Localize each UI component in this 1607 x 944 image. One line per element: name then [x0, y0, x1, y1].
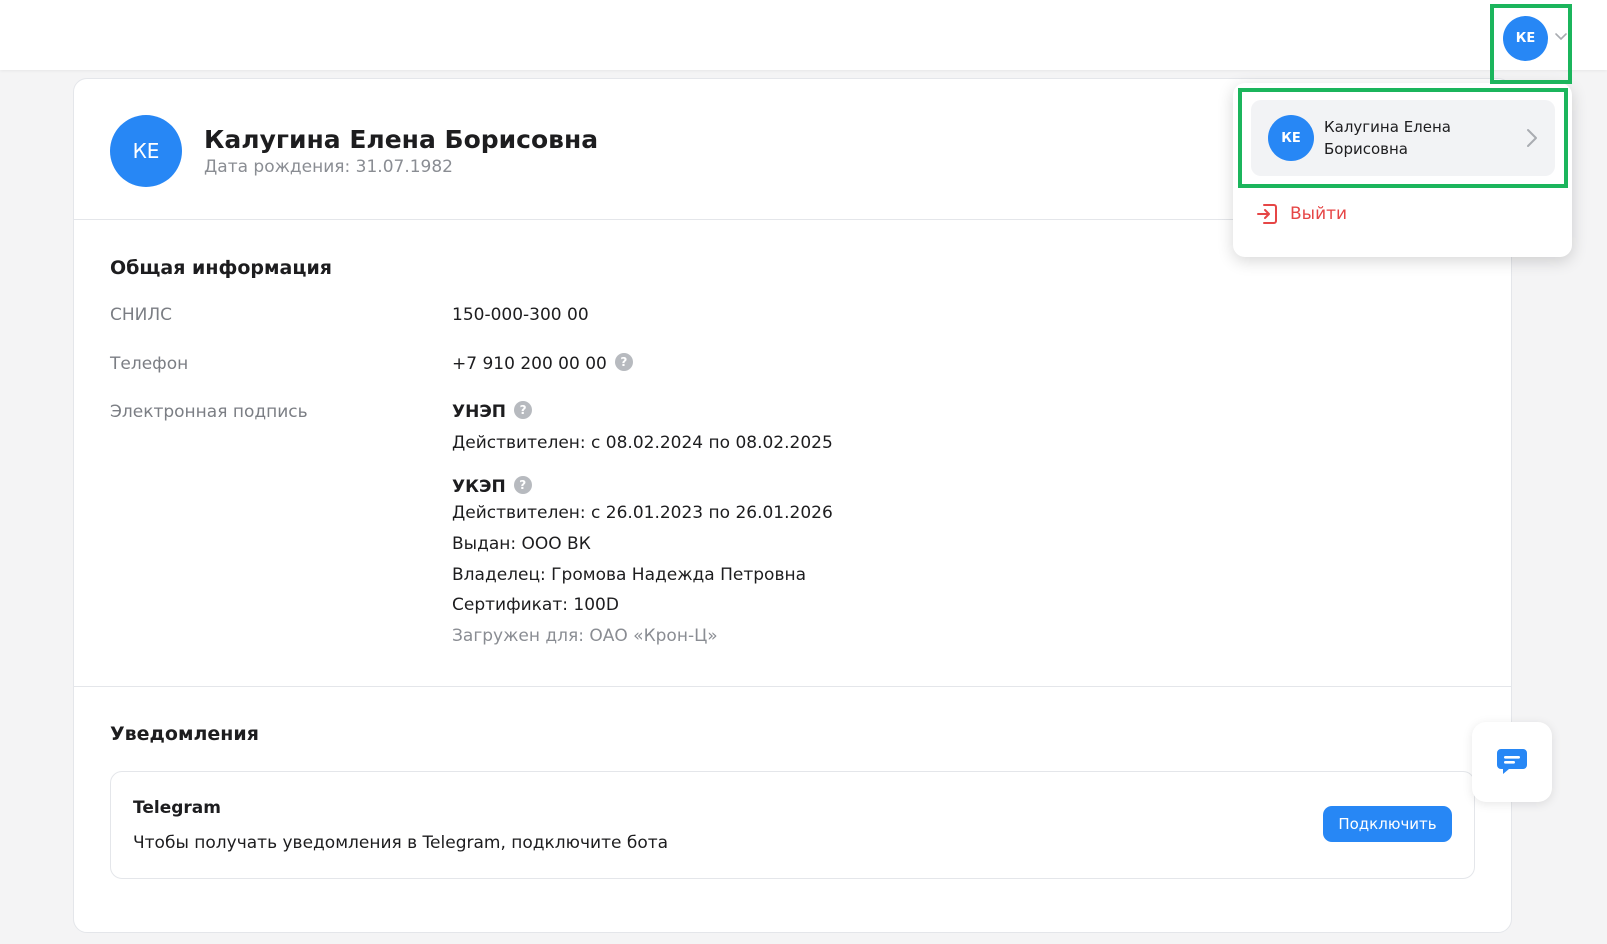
ukep-row: УКЭП?	[452, 476, 532, 497]
snils-value: 150-000-300 00	[452, 305, 589, 325]
ukep-uploaded-for: Загружен для: ОАО «Крон-Ц»	[452, 626, 718, 646]
profile-avatar: КЕ	[110, 115, 182, 187]
unep-validity: Действителен: с 08.02.2024 по 08.02.2025	[452, 433, 833, 453]
divider	[74, 686, 1511, 687]
ukep-certificate: Сертификат: 100D	[452, 595, 619, 615]
phone-value: +7 910 200 00 00	[452, 354, 607, 374]
ukep-validity: Действителен: с 26.01.2023 по 26.01.2026	[452, 503, 833, 523]
help-icon[interactable]: ?	[513, 476, 532, 494]
phone-row: +7 910 200 00 00?	[452, 353, 633, 374]
general-info-title: Общая информация	[110, 257, 332, 279]
logout-label: Выйти	[1290, 204, 1348, 224]
dropdown-user-highlight: КЕ Калугина Елена Борисовна	[1238, 88, 1568, 188]
telegram-description: Чтобы получать уведомления в Telegram, п…	[133, 833, 669, 853]
birth-date: Дата рождения: 31.07.1982	[204, 157, 453, 177]
account-menu-toggle[interactable]: КЕ	[1490, 4, 1572, 84]
notifications-title: Уведомления	[110, 723, 259, 745]
dropdown-user-item[interactable]: КЕ Калугина Елена Борисовна	[1251, 100, 1555, 176]
ukep-name: УКЭП	[452, 477, 506, 497]
ukep-owner: Владелец: Громова Надежда Петровна	[452, 565, 807, 585]
signature-label: Электронная подпись	[110, 402, 308, 422]
snils-label: СНИЛС	[110, 305, 173, 325]
chevron-right-icon	[1527, 129, 1537, 147]
logout-button[interactable]: Выйти	[1256, 203, 1347, 225]
chat-icon	[1497, 749, 1527, 774]
help-icon[interactable]: ?	[614, 353, 633, 371]
logout-icon	[1257, 204, 1277, 224]
profile-full-name: Калугина Елена Борисовна	[204, 125, 599, 154]
account-dropdown: КЕ Калугина Елена Борисовна Выйти	[1233, 83, 1572, 257]
chevron-down-icon[interactable]	[1554, 32, 1568, 42]
dropdown-avatar: КЕ	[1268, 115, 1314, 161]
top-bar	[0, 0, 1607, 70]
unep-name: УНЭП	[452, 402, 507, 422]
ukep-issuer: Выдан: ООО ВК	[452, 534, 591, 554]
unep-row: УНЭП?	[452, 401, 533, 422]
profile-header: КЕ Калугина Елена Борисовна Дата рождени…	[110, 115, 598, 187]
chat-button[interactable]	[1472, 722, 1552, 802]
phone-label: Телефон	[110, 354, 189, 374]
telegram-title: Telegram	[133, 798, 221, 818]
connect-telegram-button[interactable]: Подключить	[1323, 806, 1452, 842]
user-avatar[interactable]: КЕ	[1503, 16, 1548, 61]
telegram-notification-card: Telegram Чтобы получать уведомления в Te…	[110, 771, 1475, 879]
dropdown-user-name: Калугина Елена Борисовна	[1324, 118, 1451, 158]
help-icon[interactable]: ?	[514, 401, 533, 419]
profile-name-block: Калугина Елена Борисовна Дата рождения: …	[204, 125, 598, 177]
